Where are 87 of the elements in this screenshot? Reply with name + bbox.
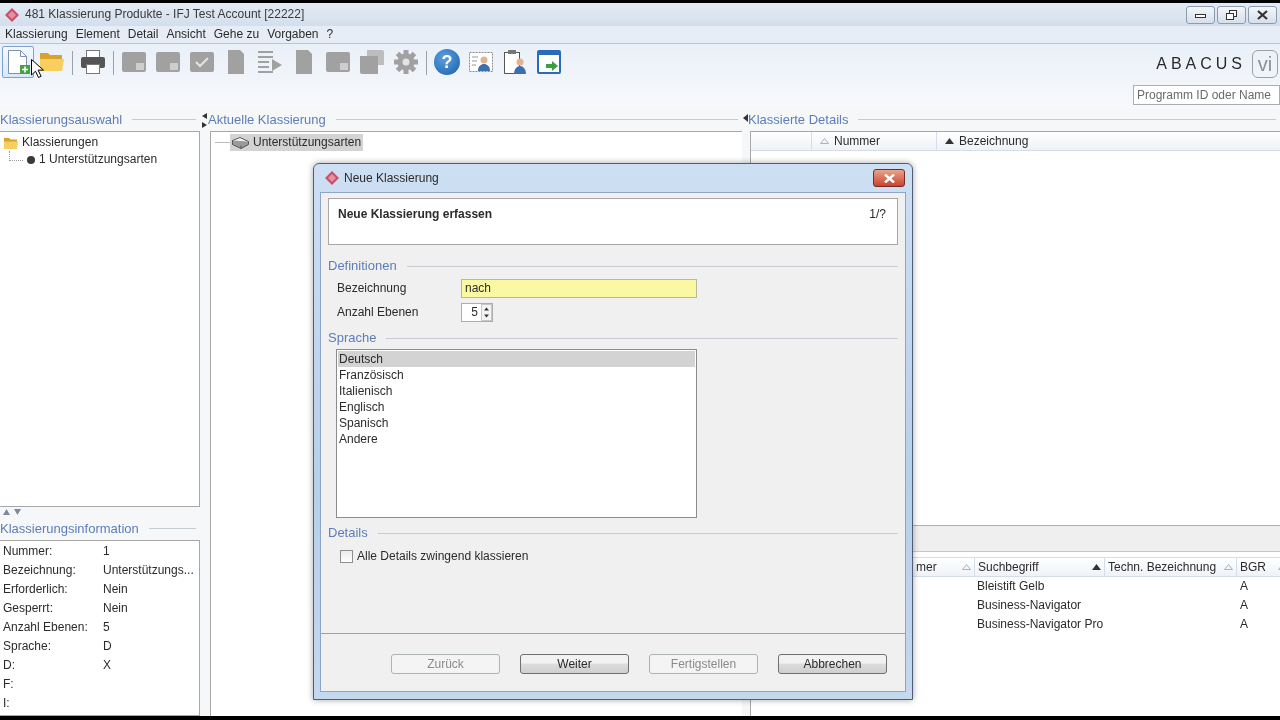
step-indicator: 1/?	[869, 207, 886, 223]
field-label: Sprache:	[3, 639, 53, 654]
list-item[interactable]: Französisch	[338, 367, 695, 383]
field-label: Erforderlich:	[3, 582, 69, 597]
field-value: Nein	[103, 601, 128, 616]
checkbox[interactable]	[340, 549, 353, 563]
field-label: Nummer:	[3, 544, 54, 559]
menu-item[interactable]: ?	[322, 27, 338, 42]
field-label: Anzahl Ebenen	[337, 304, 420, 320]
column-header[interactable]: Bezeichnung	[937, 132, 1280, 150]
close-button[interactable]	[873, 169, 905, 187]
spin-arrows-icon[interactable]	[481, 303, 492, 321]
search-field[interactable]: Programm ID oder Name	[1133, 85, 1280, 105]
menu-item[interactable]: Element	[71, 27, 124, 42]
column-header[interactable]: Suchbegriff	[975, 558, 1105, 576]
app-icon	[5, 7, 19, 22]
panel-title: Klassierungsauswahl	[0, 111, 123, 128]
field-value: 5	[103, 620, 110, 635]
panel-title: Klassierte Details	[748, 111, 849, 128]
dialog-title: Neue Klassierung	[344, 170, 439, 186]
folder-icon	[4, 135, 18, 150]
window-title: 481 Klassierung Produkte - IFJ Test Account [22222]	[25, 7, 305, 22]
panel-title: Klassierungsinformation	[0, 520, 139, 537]
menu-item[interactable]: Ansicht	[162, 27, 210, 42]
menu-item[interactable]: Detail	[123, 27, 163, 42]
close-icon	[1257, 9, 1268, 20]
column-header[interactable]: Techn. Bezeichnung	[1105, 558, 1237, 576]
text-field[interactable]: nach	[461, 278, 697, 298]
list-item[interactable]: Englisch	[338, 399, 695, 415]
app-icon	[325, 171, 339, 185]
new-document-icon[interactable]	[2, 46, 34, 78]
section-title: Details	[328, 525, 368, 541]
field-value: X	[103, 658, 111, 673]
field-label: F:	[3, 677, 15, 692]
column-header[interactable]: Nummer	[812, 132, 937, 150]
close-icon	[883, 173, 895, 183]
section-title: Sprache	[328, 330, 377, 346]
field-label: I:	[3, 696, 11, 711]
tree-item[interactable]: Klassierungen	[2, 134, 101, 151]
collapse-arrow-icon[interactable]	[742, 114, 748, 122]
tree-item[interactable]: 1 Unterstützungsarten	[25, 151, 160, 168]
person-card-icon[interactable]	[469, 50, 493, 74]
folder-icon[interactable]	[40, 50, 64, 74]
field-value: Nein	[103, 582, 128, 597]
list-item[interactable]: Spanisch	[338, 415, 695, 431]
cursor-icon	[31, 59, 44, 78]
field-label: Bezeichnung	[337, 280, 408, 296]
restore-button[interactable]	[1217, 5, 1246, 24]
field-label: Gesperrt:	[3, 601, 54, 616]
tree-item[interactable]: Unterstützungsarten	[230, 134, 364, 151]
field-value: D	[103, 639, 112, 654]
collapse-arrows-icon[interactable]	[3, 509, 21, 515]
menu-item[interactable]: Klassierung	[1, 27, 72, 42]
book-icon	[232, 136, 249, 149]
table-cell: Bleistift Gelb	[977, 579, 1045, 594]
panel-title: Aktuelle Klassierung	[208, 111, 326, 128]
table-cell: Business-Navigator Pro	[977, 617, 1104, 632]
minimize-button[interactable]	[1186, 5, 1215, 24]
dialog-button[interactable]: Weiter	[520, 654, 629, 674]
table-cell: A	[1240, 617, 1248, 632]
list-item[interactable]: Italienisch	[338, 383, 695, 399]
table-cell: A	[1240, 598, 1248, 613]
restore-icon	[1226, 9, 1237, 20]
table-cell: A	[1240, 579, 1248, 594]
field-label: Anzahl Ebenen:	[3, 620, 89, 635]
dialog-button[interactable]: Abbrechen	[778, 654, 887, 674]
printer-icon[interactable]	[81, 50, 105, 74]
menu-item[interactable]: Vorgaben	[263, 27, 323, 42]
section-title: Definitionen	[328, 258, 397, 274]
dialog-heading: Neue Klassierung erfassen	[338, 207, 493, 223]
table-cell: Business-Navigator	[977, 598, 1082, 613]
bullet-icon	[27, 155, 35, 164]
close-button[interactable]	[1248, 5, 1277, 24]
field-label: D:	[3, 658, 16, 673]
clipboard-person-icon[interactable]	[503, 50, 527, 74]
number-spinner[interactable]: 5	[461, 302, 493, 322]
logo-mark: vi	[1252, 50, 1278, 78]
column-header[interactable]: BGR	[1237, 558, 1280, 576]
menu-item[interactable]: Gehe zu	[209, 27, 264, 42]
field-value: 1	[103, 544, 110, 559]
field-label: Bezeichnung:	[3, 563, 77, 578]
list-item[interactable]: Deutsch	[338, 351, 695, 367]
splitter-arrows-icon[interactable]	[201, 113, 207, 128]
logo-text: ABACUS	[1156, 54, 1246, 74]
checkbox-label: Alle Details zwingend klassieren	[357, 548, 529, 564]
list-item[interactable]: Andere	[338, 431, 695, 447]
field-value: Unterstützungs...	[103, 563, 194, 578]
